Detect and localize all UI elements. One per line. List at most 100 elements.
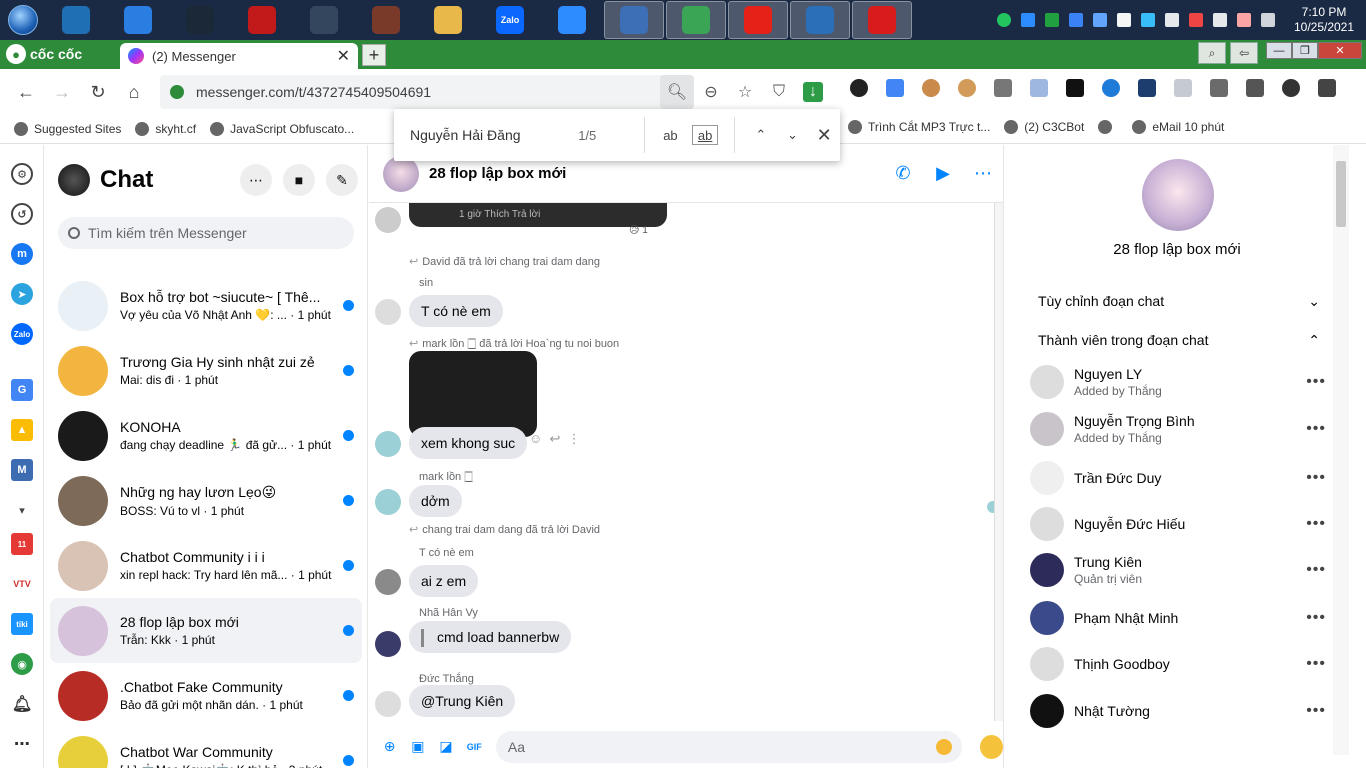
find-input[interactable]: Nguyễn Hải Đăng [410,127,578,143]
more-options-icon[interactable]: ⋯ [11,733,33,755]
conversation-item[interactable]: 28 flop lập box mới Trẫn: Kkk · 1 phút [50,598,362,663]
secure-lock-icon[interactable] [170,85,184,99]
taskbar-app-game-app[interactable] [294,1,354,39]
cookie-extension-icon[interactable] [922,79,940,97]
zoom-out-icon[interactable]: ⊖ [694,75,728,109]
taskbar-app-game-app-2[interactable] [356,1,416,39]
message-bubble[interactable]: dởm [409,485,462,517]
sender-avatar[interactable] [375,299,401,325]
volume-icon[interactable] [1213,13,1227,27]
extension-7-icon[interactable] [1066,79,1084,97]
bookmark-star-icon[interactable]: ☆ [728,75,762,109]
member-item[interactable]: Nguyễn Đức Hiếu ••• [1030,501,1326,547]
members-section[interactable]: Thành viên trong đoạn chat ⌃ [1038,332,1320,349]
member-options-icon[interactable]: ••• [1306,609,1326,627]
my-avatar[interactable] [58,164,90,196]
tray-app-icon-2[interactable] [1069,13,1083,27]
google-translate-icon[interactable]: G [11,379,33,401]
tray-shield-icon[interactable] [1141,13,1155,27]
system-clock[interactable]: 7:10 PM 10/25/2021 [1288,5,1360,35]
google-drive-icon[interactable]: ▲ [11,419,33,441]
close-tab-icon[interactable]: ✕ [337,46,350,66]
reply-icon[interactable]: ↩ [550,431,561,446]
reading-list-icon[interactable] [1246,79,1264,97]
conversation-item[interactable]: Trương Gia Hy sinh nhật zui zẻ Mai: dis đ… [50,338,362,403]
vtv-icon[interactable]: VTV [11,573,33,595]
options-button[interactable]: ⋯ [240,164,272,196]
image-attach-icon[interactable]: ▣ [405,734,430,760]
extension-6-icon[interactable] [1030,79,1048,97]
sticker-icon[interactable]: ◪ [433,734,458,760]
extension-9-icon[interactable] [1138,79,1156,97]
language-icon[interactable] [1261,13,1275,27]
member-options-icon[interactable]: ••• [1306,420,1326,438]
phone-call-icon[interactable]: ✆ [883,163,923,184]
taskbar-app-steam[interactable] [170,1,230,39]
tray-app-icon-4[interactable] [1117,13,1131,27]
find-in-page-icon[interactable]: 🔍︎ [660,75,694,109]
member-options-icon[interactable]: ••• [1306,515,1326,533]
history-icon[interactable]: ↺ [11,203,33,225]
cookie-extension-2-icon[interactable] [958,79,976,97]
m-app-icon[interactable]: M [11,459,33,481]
reaction-badge[interactable]: 😥 1 [629,225,648,236]
group-avatar-large[interactable] [1142,159,1214,231]
tray-alert-icon[interactable] [1189,13,1203,27]
bookmark-item[interactable]: JavaScript Obfuscato... [210,122,354,136]
extension-1-icon[interactable] [850,79,868,97]
profile-icon[interactable] [1282,79,1300,97]
close-find-icon[interactable]: ✕ [808,119,840,151]
telegram-icon[interactable]: ➤ [11,283,33,305]
conversation-item[interactable]: .Chatbot Fake Community Bảo đã gửi một nh… [50,663,362,728]
start-button[interactable] [0,0,46,40]
sender-avatar[interactable] [375,631,401,657]
browser-brand[interactable]: ● cốc cốc [6,43,82,65]
taskbar-app-recorder[interactable] [852,1,912,39]
forward-arrow-icon[interactable]: → [44,74,80,110]
conversation-item[interactable]: Chatbot Community i i i xin repl hack: Tr… [50,533,362,598]
gif-icon[interactable]: GIF [462,734,487,760]
customize-chat-section[interactable]: Tùy chỉnh đoạn chat ⌄ [1038,293,1320,310]
bookmark-item[interactable]: Trình Cắt MP3 Trực t... [848,120,990,134]
home-icon[interactable]: ⌂ [116,74,152,110]
network-icon[interactable] [1165,13,1179,27]
reload-icon[interactable]: ↻ [80,74,116,110]
message-input[interactable]: Aa [495,730,962,763]
scroll-thumb[interactable] [1336,161,1346,227]
taskbar-app-garena[interactable] [232,1,292,39]
info-scrollbar[interactable] [1333,145,1349,755]
translate-extension-icon[interactable] [886,79,904,97]
member-options-icon[interactable]: ••• [1306,561,1326,579]
member-item[interactable]: Trần Đức Duy ••• [1030,455,1326,501]
screenshot-image[interactable] [409,351,537,437]
sender-avatar[interactable] [375,691,401,717]
tiki-icon[interactable]: tiki [11,613,33,635]
emoji-send-icon[interactable] [979,734,1004,759]
sender-avatar[interactable] [375,489,401,515]
taskbar-app-onedrive[interactable] [108,1,168,39]
more-icon[interactable]: ⋮ [568,431,581,446]
tray-status-icon[interactable] [997,13,1011,27]
shopping-1111-icon[interactable]: 11 [11,533,33,555]
member-item[interactable]: Trung Kiên Quản trị viên ••• [1030,547,1326,593]
address-bar[interactable]: messenger.com/t/4372745409504691 [160,75,694,109]
expand-more-icon[interactable]: ▾ [11,499,33,521]
conversation-info-icon[interactable]: ⋯ [963,163,1003,184]
member-options-icon[interactable]: ••• [1306,702,1326,720]
taskbar-app-remote-desktop[interactable] [604,1,664,39]
member-item[interactable]: Thịnh Goodboy ••• [1030,641,1326,687]
member-options-icon[interactable]: ••• [1306,469,1326,487]
message-bubble[interactable]: cmd load bannerbw [409,621,572,653]
back-sync-icon[interactable]: ⇦ [1230,42,1258,64]
emoji-icon[interactable] [935,738,952,755]
maximize-button[interactable]: ❐ [1292,42,1318,59]
member-options-icon[interactable]: ••• [1306,373,1326,391]
extension-10-icon[interactable] [1174,79,1192,97]
extensions-puzzle-icon[interactable] [1210,79,1228,97]
conversation-item[interactable]: Box hỗ trợ bot ~siucute~ [ Thê... Vợ yêu … [50,273,362,338]
new-message-icon[interactable]: ✎ [326,164,358,196]
flag-icon[interactable] [1237,13,1251,27]
search-tab-icon[interactable]: ⌕ [1198,42,1226,64]
close-window-button[interactable]: ✕ [1318,42,1362,59]
zalo-icon[interactable]: Zalo [11,323,33,345]
